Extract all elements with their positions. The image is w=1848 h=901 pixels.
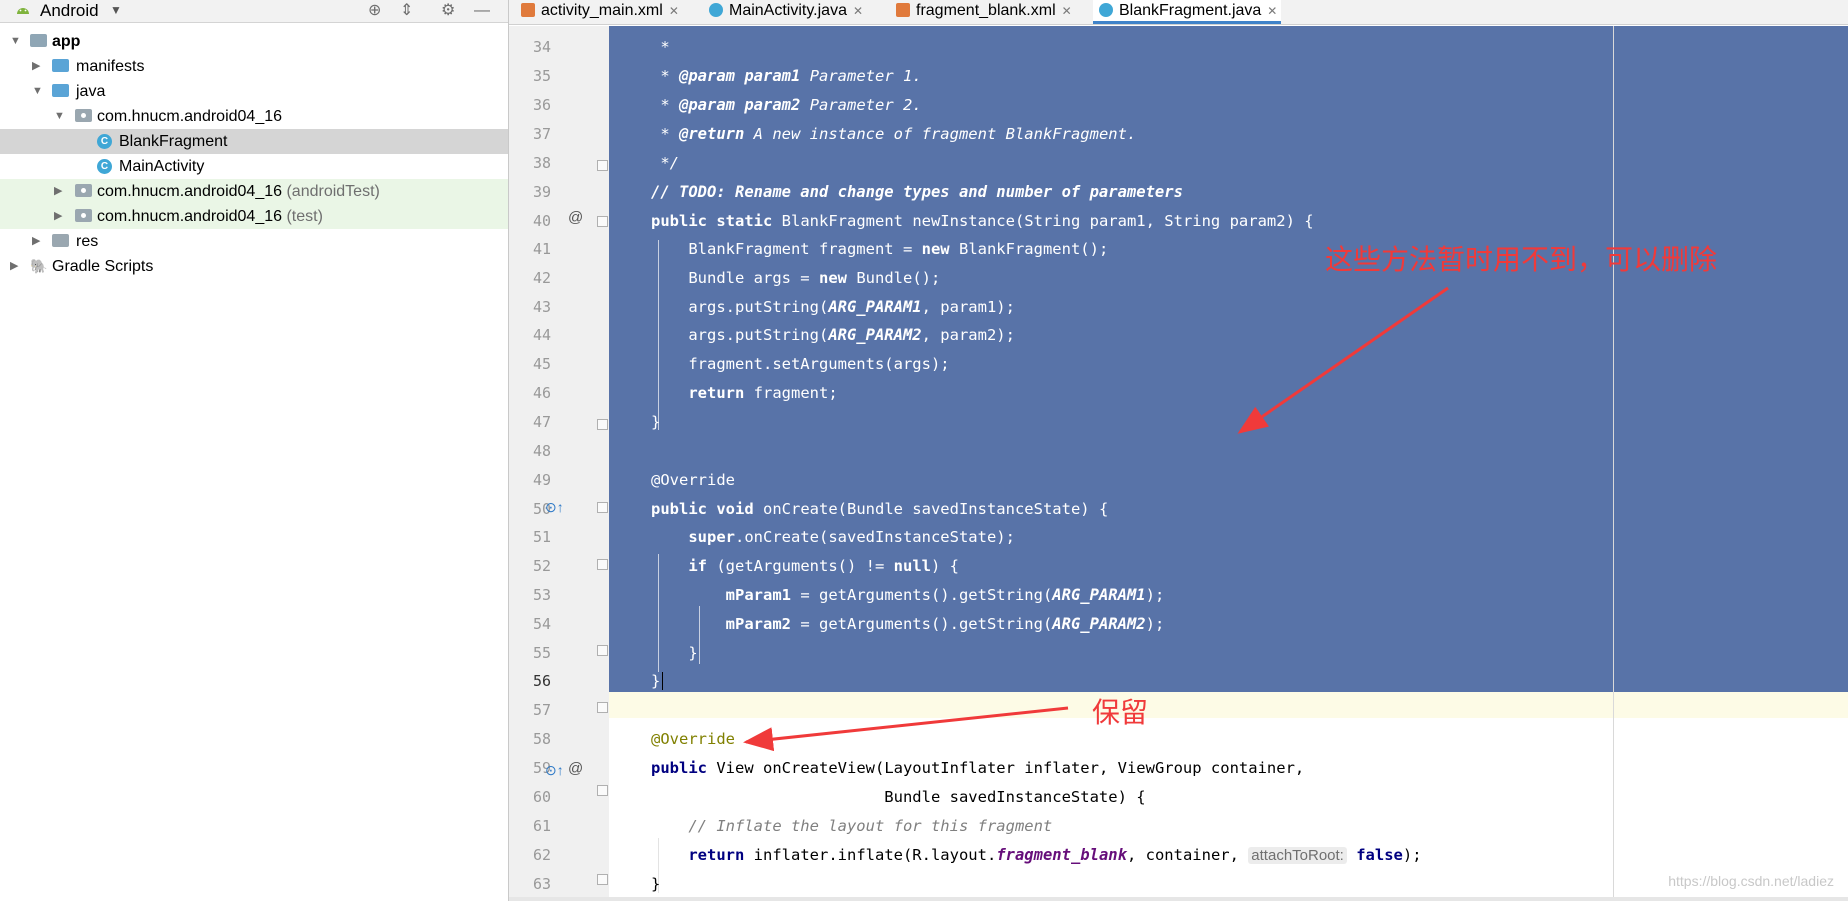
horizontal-scrollbar[interactable] xyxy=(509,897,1848,901)
annotation-arrows xyxy=(743,286,1449,752)
keep-arrow xyxy=(743,706,1069,752)
watermark: https://blog.csdn.net/ladiez xyxy=(1668,873,1834,889)
delete-arrow xyxy=(1237,286,1449,434)
